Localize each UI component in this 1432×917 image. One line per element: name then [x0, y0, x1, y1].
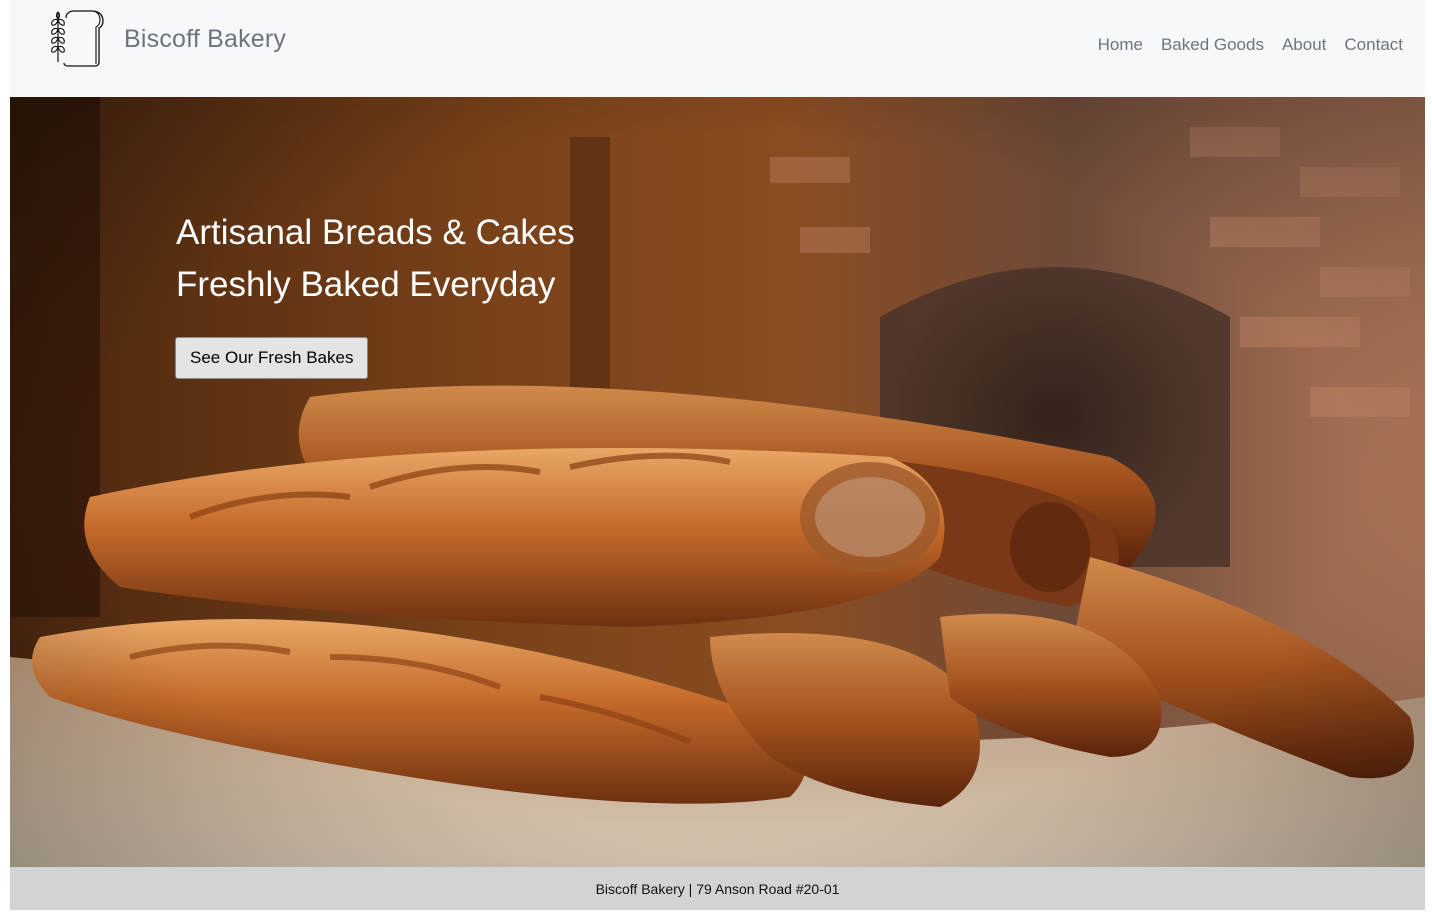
- brand-link[interactable]: Biscoff Bakery: [44, 10, 286, 68]
- footer-text: Biscoff Bakery | 79 Anson Road #20-01: [595, 880, 840, 897]
- page: Biscoff Bakery Home Baked Goods About Co…: [0, 0, 1432, 917]
- nav-link-home[interactable]: Home: [1098, 35, 1143, 55]
- hero-heading-line-1: Artisanal Breads & Cakes: [176, 213, 575, 252]
- navbar: Biscoff Bakery Home Baked Goods About Co…: [10, 0, 1425, 97]
- hero-section: Artisanal Breads & Cakes Freshly Baked E…: [10, 97, 1425, 867]
- wheat-bread-icon: [51, 10, 104, 67]
- hero-heading: Artisanal Breads & Cakes Freshly Baked E…: [176, 207, 575, 311]
- nav-menu: Home Baked Goods About Contact: [1098, 35, 1403, 55]
- nav-link-about[interactable]: About: [1282, 35, 1326, 55]
- nav-link-contact[interactable]: Contact: [1344, 35, 1403, 55]
- brand-name: Biscoff Bakery: [124, 24, 287, 53]
- see-fresh-bakes-button[interactable]: See Our Fresh Bakes: [175, 337, 369, 379]
- footer: Biscoff Bakery | 79 Anson Road #20-01: [10, 867, 1425, 910]
- nav-link-baked-goods[interactable]: Baked Goods: [1161, 35, 1264, 55]
- hero-heading-line-2: Freshly Baked Everyday: [176, 265, 556, 304]
